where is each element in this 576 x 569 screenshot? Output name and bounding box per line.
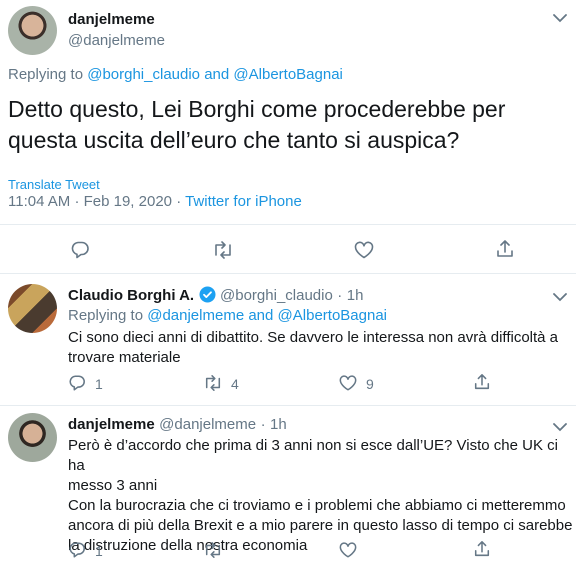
retweet-count: 4 — [231, 376, 239, 392]
author-name[interactable]: Claudio Borghi A. — [68, 287, 194, 304]
author-handle[interactable]: @borghi_claudio — [220, 287, 333, 304]
reply-text-line: messo 3 anni — [68, 477, 158, 494]
reply-icon[interactable] — [70, 240, 90, 260]
retweet-icon[interactable] — [203, 374, 223, 392]
separator: · — [176, 193, 182, 210]
avatar[interactable] — [8, 6, 57, 55]
divider — [0, 273, 576, 274]
replying-to: Replying to @danjelmeme and @AlbertoBagn… — [68, 307, 387, 324]
replying-prefix: Replying to — [8, 66, 84, 83]
avatar[interactable] — [8, 284, 57, 333]
tweet-text-line: Detto questo, Lei Borghi come procedereb… — [8, 96, 506, 122]
share-icon[interactable] — [495, 239, 515, 259]
replying-prefix: Replying to — [68, 307, 144, 324]
time-ago[interactable]: 1h — [270, 416, 287, 433]
heart-icon[interactable] — [338, 374, 358, 392]
reply-icon[interactable] — [68, 541, 86, 559]
tweet-source[interactable]: Twitter for iPhone — [185, 193, 302, 210]
tweet-text-line: questa uscita dell’euro che tanto si aus… — [8, 127, 460, 153]
reply-count: 1 — [95, 543, 103, 559]
reply-icon[interactable] — [68, 374, 86, 392]
tweet-meta: 11:04 AM · Feb 19, 2020 · Twitter for iP… — [8, 193, 302, 210]
tweet-time[interactable]: 11:04 AM — [8, 193, 70, 210]
avatar[interactable] — [8, 413, 57, 462]
chevron-down-icon[interactable] — [553, 10, 567, 28]
author-handle[interactable]: @danjelmeme — [159, 416, 256, 433]
reply-header: danjelmeme @danjelmeme · 1h — [68, 416, 287, 434]
separator: · — [337, 287, 343, 304]
replying-user-link[interactable]: @borghi_claudio — [87, 66, 200, 83]
heart-icon[interactable] — [353, 240, 375, 260]
reply-text: Ci sono dieci anni di dibattito. Se davv… — [68, 328, 568, 368]
share-icon[interactable] — [473, 540, 491, 558]
replying-user-link[interactable]: @AlbertoBagnai — [233, 66, 342, 83]
chevron-down-icon[interactable] — [553, 419, 567, 437]
chevron-down-icon[interactable] — [553, 289, 567, 307]
replying-and: and — [204, 66, 230, 83]
separator: · — [260, 416, 266, 433]
reply-text-line: trovare materiale — [68, 349, 181, 366]
author-handle[interactable]: @danjelmeme — [68, 32, 165, 49]
reply-text-line: ancora di più della Brexit e a mio parer… — [68, 517, 573, 534]
reply-text: Però è d’accordo che prima di 3 anni non… — [68, 436, 573, 556]
separator: · — [74, 193, 80, 210]
reply-text-line: Ci sono dieci anni di dibattito. Se davv… — [68, 329, 559, 346]
reply-header: Claudio Borghi A. @borghi_claudio · 1h — [68, 286, 363, 305]
author-name[interactable]: danjelmeme — [68, 416, 155, 433]
retweet-icon[interactable] — [203, 541, 223, 559]
reply-count: 1 — [95, 376, 103, 392]
replying-user-link[interactable]: @danjelmeme — [147, 307, 244, 324]
replying-user-link[interactable]: @AlbertoBagnai — [278, 307, 387, 324]
author-name[interactable]: danjelmeme — [68, 11, 155, 28]
share-icon[interactable] — [473, 373, 491, 391]
translate-tweet-link[interactable]: Translate Tweet — [8, 177, 100, 192]
reply-text-line: Con la burocrazia che ci troviamo e i pr… — [68, 497, 566, 514]
replying-and: and — [248, 307, 274, 324]
time-ago[interactable]: 1h — [347, 287, 364, 304]
divider — [0, 405, 576, 406]
reply-text-line: Però è d’accordo che prima di 3 anni non… — [68, 437, 558, 474]
tweet-date[interactable]: Feb 19, 2020 — [84, 193, 172, 210]
replying-to: Replying to @borghi_claudio and @Alberto… — [8, 66, 343, 83]
tweet-text: Detto questo, Lei Borghi come procedereb… — [8, 94, 568, 156]
divider — [0, 224, 576, 225]
verified-badge-icon — [199, 286, 216, 303]
like-count: 9 — [366, 376, 374, 392]
retweet-icon[interactable] — [212, 240, 234, 260]
reply-text-line: la distruzione della nostra economia — [68, 537, 308, 554]
heart-icon[interactable] — [338, 541, 358, 559]
